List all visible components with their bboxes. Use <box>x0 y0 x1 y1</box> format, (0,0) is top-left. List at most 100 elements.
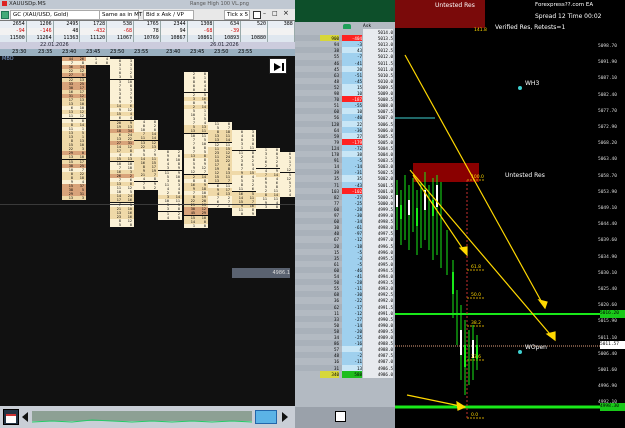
app-root: XAUUSDp.MS Range High 100 VL.png GC (XAU… <box>0 0 625 428</box>
price-tick: 5063.40 <box>598 157 617 163</box>
scroll-right-icon[interactable] <box>280 409 290 423</box>
summary-cell: 2654 <box>0 21 27 28</box>
price-tick: 5011.10 <box>598 335 617 341</box>
chart-icon[interactable] <box>1 11 9 19</box>
app-icon <box>2 1 7 6</box>
bid-volume: 5 <box>118 223 121 227</box>
brand-label: Forexpress??.com EA <box>535 2 594 8</box>
scrollbar-thumb[interactable] <box>255 410 277 424</box>
summary-cell: 11363 <box>54 35 81 42</box>
window-title: XAUUSDp.MS <box>9 1 46 7</box>
bid-volume: 4 <box>288 193 291 197</box>
footprint-cell: 09 <box>232 212 256 216</box>
summary-cell: -432 <box>80 28 108 35</box>
price-tick: 5030.10 <box>598 270 617 276</box>
settings-icon[interactable] <box>253 11 261 19</box>
summary-table: 2654 1206 2495 1728 538 1765 2344 1308 634 520 388… <box>0 21 295 42</box>
time-header: 23:30 23:35 23:40 23:45 23:50 23:55 23:40 23:45… <box>0 49 295 56</box>
ask-volume: 0 <box>105 61 108 66</box>
time-label: 23:55 <box>238 49 253 55</box>
price-tick: 5044.40 <box>598 222 617 228</box>
time-label: 23:50 <box>110 49 125 55</box>
view-mode-select[interactable]: Bid x Ask / VP <box>143 10 194 20</box>
calendar-icon[interactable] <box>3 409 19 425</box>
summary-cell: 78 <box>134 28 161 35</box>
window-center-title: Range High 100 VL.png <box>190 1 249 7</box>
maximize-button[interactable]: □ <box>272 10 278 17</box>
price-tag-green: 5016.20 <box>600 310 625 318</box>
time-label: 23:55 <box>134 49 149 55</box>
fib-382: 38.2 <box>471 321 482 326</box>
fib-236: 23.6 <box>471 355 482 360</box>
ask-volume: 5 <box>177 215 180 220</box>
summary-cell: 634 <box>214 21 242 28</box>
footprint-cell: 10 <box>184 223 208 228</box>
bid-volume: 5 <box>142 185 145 190</box>
summary-cell: 11067 <box>107 35 134 42</box>
price-tick: 5077.70 <box>598 108 617 114</box>
time-label: 23:40 <box>62 49 77 55</box>
bid-volume: 0 <box>240 212 243 216</box>
summary-cell <box>268 35 295 42</box>
summary-row: 2654 1206 2495 1728 538 1765 2344 1308 634 520 388 <box>0 21 295 28</box>
dom-rows: 5014.0 900 -404 5013.5 94 -3 5013.0 38 43 5012.5 5… <box>295 29 395 407</box>
footprint-cell: 40 <box>280 193 295 197</box>
time-mode-select[interactable]: Same as in MT <box>99 10 142 20</box>
summary-cell: 10861 <box>188 35 215 42</box>
summary-cell: 520 <box>241 21 268 28</box>
price-tick: 5034.90 <box>598 254 617 260</box>
footprint-cell: 45 <box>158 215 182 220</box>
dom-footer <box>295 407 395 428</box>
wh3-label: WH3 <box>525 80 540 87</box>
wopen-label: WOpen <box>525 344 547 351</box>
ask-volume: 0 <box>275 205 278 210</box>
summary-row: 11500 11264 11363 11120 11067 10769 10867 10861… <box>0 35 295 42</box>
time-label: 23:50 <box>214 49 229 55</box>
close-button[interactable]: × <box>283 9 289 17</box>
fib-618: 61.8 <box>471 265 482 270</box>
time-label: 23:40 <box>166 49 181 55</box>
bid-volume: 13 <box>68 196 73 201</box>
summary-cell: 538 <box>107 21 134 28</box>
scroll-left-icon[interactable] <box>20 409 30 423</box>
play-icon[interactable] <box>269 58 287 74</box>
footprint-window: XAUUSDp.MS Range High 100 VL.png GC (XAU… <box>0 0 295 428</box>
verified-label: Verified Res, Retests=1 <box>495 24 566 31</box>
bid-volume: 4 <box>94 61 97 66</box>
fib-0: 0.0 <box>471 413 479 418</box>
dom-price: 4986.0 <box>363 370 393 378</box>
minimize-button[interactable]: – <box>263 10 266 17</box>
dom-row[interactable]: 340 588 4986.0 <box>295 370 395 378</box>
price-tick: 5072.90 <box>598 125 617 130</box>
price-tick: 5015.90 <box>598 319 617 325</box>
price-tick: 5058.70 <box>598 173 617 179</box>
ask-volume: 3 <box>81 196 84 201</box>
price-hint-value: 4986.1 <box>272 270 291 276</box>
header-untested-res: Untested Res <box>435 2 475 9</box>
ask-volume: 2 <box>153 185 156 190</box>
summary-cell: 2495 <box>54 21 81 28</box>
summary-cell: -94 <box>0 28 27 35</box>
price-tick: 5091.90 <box>598 60 617 66</box>
dom-volume: 340 <box>320 370 339 378</box>
expand-icon[interactable] <box>335 411 346 422</box>
symbol-select[interactable]: GC (XAU/USD, Gold) <box>10 10 100 20</box>
right-date: 26.01.2026 <box>210 42 239 48</box>
summary-cell: -146 <box>27 28 54 35</box>
footprint-columns: 44 26 7 8 36 34 22 12 27 5 22 13 33 25 30 17 16 17 31 12 17 1… <box>0 56 295 406</box>
toolbar: GC (XAU/USD, Gold) Same as in MT Bid x A… <box>0 9 295 21</box>
volume-strip <box>31 411 253 423</box>
tick-mode-select[interactable]: Tick x 5 <box>224 10 250 20</box>
price-chart[interactable]: Untested Res Forexpress??.com EA Spread … <box>395 0 625 428</box>
bid-volume: 3 <box>264 205 267 210</box>
footprint-cell: 13 3 <box>62 196 86 201</box>
summary-cell: -68 <box>107 28 134 35</box>
summary-cell: 1728 <box>80 21 108 28</box>
price-tick: 5049.10 <box>598 206 617 211</box>
chart-canvas <box>395 0 625 428</box>
price-tick: 5098.70 <box>598 44 617 49</box>
footprint-plot[interactable]: MBO 44 26 7 8 36 34 22 12 27 5 22 13 33 25 30 17 16 17 31 1… <box>0 56 295 406</box>
price-tick: 5082.40 <box>598 92 617 98</box>
price-tag-bottom: 4998.30 <box>600 403 625 411</box>
price-tick: 4996.90 <box>598 384 617 390</box>
